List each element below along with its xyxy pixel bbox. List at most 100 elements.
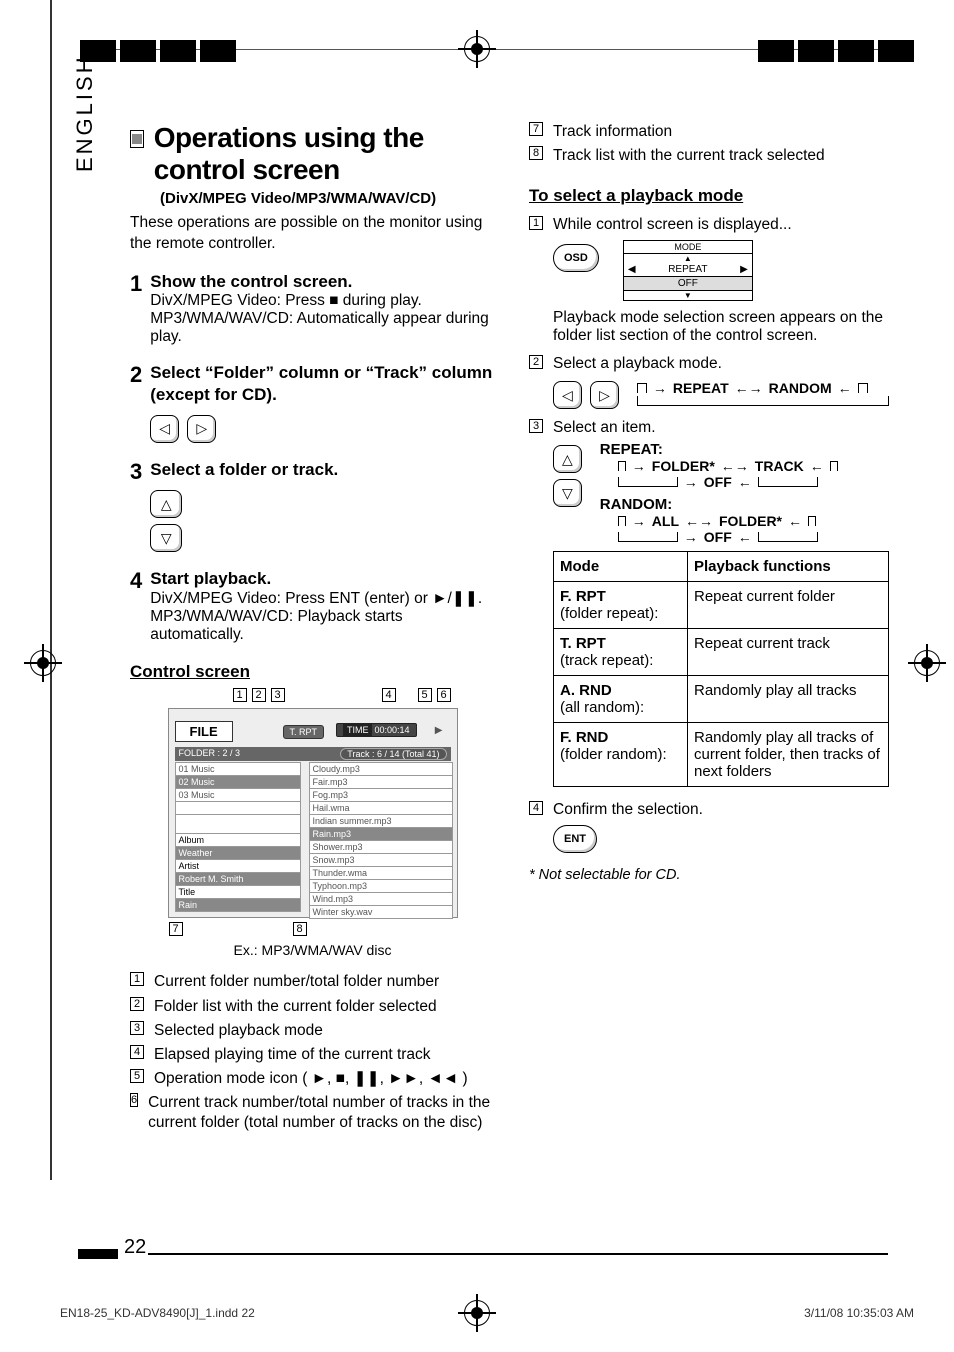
list-item: Thunder.wma bbox=[309, 867, 453, 880]
step-text: Select an item. bbox=[553, 419, 889, 437]
mode-name: T. RPT bbox=[560, 635, 606, 652]
step-line: DivX/MPEG Video: Press ■ during play. bbox=[150, 292, 495, 310]
trackinfo-label: Album bbox=[175, 834, 301, 847]
left-arrow-button[interactable]: ◁ bbox=[553, 381, 582, 409]
section-icon bbox=[130, 130, 144, 148]
list-item: 02 Music bbox=[175, 776, 301, 789]
callout-text: Folder list with the current folder sele… bbox=[154, 997, 437, 1017]
enter-button[interactable]: ENT bbox=[553, 825, 597, 853]
control-caption: Ex.: MP3/WMA/WAV disc bbox=[130, 942, 495, 958]
callout-num: 5 bbox=[130, 1069, 144, 1083]
triangle-down-icon: ▽ bbox=[562, 485, 573, 502]
language-tab: ENGLISH bbox=[72, 54, 98, 172]
print-footer: EN18-25_KD-ADV8490[J]_1.indd 22 3/11/08 … bbox=[60, 1306, 914, 1320]
step-title: Select a folder or track. bbox=[150, 459, 495, 480]
up-arrow-button[interactable]: △ bbox=[150, 490, 182, 518]
triangle-left-icon: ◁ bbox=[159, 420, 170, 437]
callout-text: Elapsed playing time of the current trac… bbox=[154, 1045, 431, 1065]
mode-sub: (all random): bbox=[560, 699, 644, 716]
right-arrow-button[interactable]: ▷ bbox=[187, 415, 216, 443]
step-num: 3 bbox=[529, 419, 543, 433]
list-item: Winter sky.wav bbox=[309, 906, 453, 919]
mode-function: Repeat current track bbox=[688, 629, 889, 676]
step-title: Show the control screen. bbox=[150, 271, 495, 292]
mode-off: OFF bbox=[624, 277, 752, 291]
list-item: Hail.wma bbox=[309, 802, 453, 815]
intro-text: These operations are possible on the mon… bbox=[130, 213, 495, 255]
left-arrow-button[interactable]: ◁ bbox=[150, 415, 179, 443]
callout-num: 6 bbox=[437, 688, 451, 702]
list-item: Fair.mp3 bbox=[309, 776, 453, 789]
step-num: 1 bbox=[529, 216, 543, 230]
crosshair-icon bbox=[30, 650, 56, 676]
track-information: Track Information Album Weather Artist R… bbox=[175, 821, 301, 912]
callout-text: Operation mode icon ( ►, ■, ❚❚, ►►, ◄◄ ) bbox=[154, 1069, 468, 1089]
section-title: Operations using the control screen bbox=[154, 122, 495, 186]
mode-selection-box: MODE ▲ ◀REPEAT▶ OFF ▼ bbox=[623, 240, 753, 301]
callout-num: 1 bbox=[233, 688, 247, 702]
callout-text: Current folder number/total folder numbe… bbox=[154, 972, 439, 992]
callout-num: 7 bbox=[169, 922, 183, 936]
triangle-up-icon: △ bbox=[562, 451, 573, 468]
callout-num: 1 bbox=[130, 972, 144, 986]
footer-file: EN18-25_KD-ADV8490[J]_1.indd 22 bbox=[60, 1306, 255, 1320]
mode-sub: (folder repeat): bbox=[560, 605, 658, 622]
folder-list: 01 Music 02 Music 03 Music bbox=[175, 762, 301, 828]
left-column: Operations using the control screen (Div… bbox=[130, 122, 495, 1137]
mode-table: ModePlayback functions F. RPT(folder rep… bbox=[553, 551, 889, 787]
callout-num: 2 bbox=[252, 688, 266, 702]
mode-value: REPEAT bbox=[668, 264, 707, 275]
crosshair-icon bbox=[914, 650, 940, 676]
mode-head: MODE bbox=[624, 241, 752, 254]
mode-sub: (track repeat): bbox=[560, 652, 653, 669]
top-registration-marks bbox=[80, 38, 914, 64]
cycle-item: OFF bbox=[704, 529, 732, 545]
mode-function: Randomly play all tracks bbox=[688, 676, 889, 723]
step-title: Select “Folder” column or “Track” column… bbox=[150, 362, 495, 405]
cycle-item: REPEAT bbox=[673, 380, 729, 396]
callout-num: 8 bbox=[293, 922, 307, 936]
list-item bbox=[175, 802, 301, 815]
track-list: Cloudy.mp3Fair.mp3Fog.mp3Hail.wmaIndian … bbox=[309, 762, 453, 919]
down-triangle-icon: ▼ bbox=[624, 291, 752, 300]
step-line: MP3/WMA/WAV/CD: Playback starts automati… bbox=[150, 608, 495, 644]
callout-num: 3 bbox=[130, 1021, 144, 1035]
down-arrow-button[interactable]: ▽ bbox=[150, 524, 182, 552]
trackinfo-label: Title bbox=[175, 886, 301, 899]
callout-num: 6 bbox=[130, 1093, 138, 1107]
up-arrow-button[interactable]: △ bbox=[553, 445, 582, 473]
right-arrow-button[interactable]: ▷ bbox=[590, 381, 619, 409]
trackinfo-header: Track Information bbox=[175, 821, 301, 834]
table-header: Mode bbox=[554, 552, 688, 582]
osd-button[interactable]: OSD bbox=[553, 244, 599, 272]
step-num: 4 bbox=[529, 801, 543, 815]
step-title: Start playback. bbox=[150, 568, 495, 589]
callout-num: 4 bbox=[382, 688, 396, 702]
folder-bar: FOLDER : 2 / 3 Track : 6 / 14 (Total 41) bbox=[175, 747, 451, 761]
list-item: 03 Music bbox=[175, 789, 301, 802]
list-item: Fog.mp3 bbox=[309, 789, 453, 802]
cycle-item: FOLDER* bbox=[652, 458, 715, 474]
triangle-right-icon: ▷ bbox=[196, 420, 207, 437]
triangle-up-icon: △ bbox=[161, 496, 172, 513]
step-num: 2 bbox=[529, 355, 543, 369]
cycle-item: RANDOM bbox=[769, 380, 832, 396]
list-item: Indian summer.mp3 bbox=[309, 815, 453, 828]
cycle-item: FOLDER* bbox=[719, 513, 782, 529]
list-item: 01 Music bbox=[175, 762, 301, 776]
list-item: Typhoon.mp3 bbox=[309, 880, 453, 893]
cycle-item: TRACK bbox=[755, 458, 804, 474]
control-screen-mock: FILE T. RPT TIME00:00:14 ▶ FOLDER : 2 / … bbox=[168, 708, 458, 918]
list-item: Rain.mp3 bbox=[309, 828, 453, 841]
mode-function: Repeat current folder bbox=[688, 582, 889, 629]
trackinfo-value: Robert M. Smith bbox=[175, 873, 301, 886]
right-triangle-icon: ▶ bbox=[740, 264, 748, 275]
down-arrow-button[interactable]: ▽ bbox=[553, 479, 582, 507]
left-triangle-icon: ◀ bbox=[628, 264, 636, 275]
list-item: Snow.mp3 bbox=[309, 854, 453, 867]
list-item: Shower.mp3 bbox=[309, 841, 453, 854]
mode-sub: (folder random): bbox=[560, 746, 667, 763]
repeat-indicator: T. RPT bbox=[283, 725, 325, 739]
repeat-label: REPEAT bbox=[600, 441, 658, 458]
page-rule bbox=[148, 1253, 888, 1255]
